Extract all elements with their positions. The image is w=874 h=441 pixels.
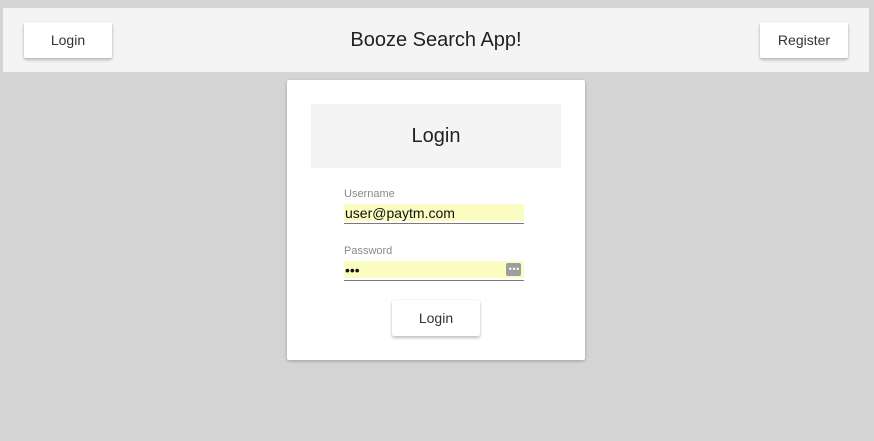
password-field: Password ••• [344,244,524,281]
username-input-wrapper [344,204,524,224]
login-submit-button[interactable]: Login [392,300,480,336]
password-input[interactable] [344,261,524,278]
header-login-button[interactable]: Login [24,22,112,58]
login-card: Login Username Password ••• Login [287,80,585,360]
header-register-button[interactable]: Register [760,22,848,58]
top-app-bar: Booze Search App! Login Register [3,8,869,72]
password-manager-key-icon[interactable]: ••• [506,263,521,276]
password-input-wrapper: ••• [344,261,524,281]
app-title: Booze Search App! [350,29,522,51]
username-field: Username [344,187,524,224]
password-label: Password [344,245,393,257]
username-input[interactable] [344,204,524,221]
username-label: Username [344,188,395,200]
login-card-title: Login [311,104,561,168]
